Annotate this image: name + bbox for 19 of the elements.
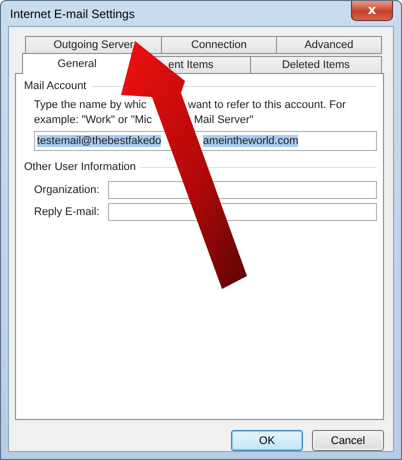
cancel-button[interactable]: Cancel	[312, 430, 384, 451]
tab[interactable]: Outgoing Server	[25, 36, 162, 54]
field-label: Reply E-mail:	[34, 206, 100, 218]
tab[interactable]: Advanced	[276, 36, 382, 54]
selected-text: testemail@thebestfakedo	[37, 135, 162, 147]
selected-text: ameintheworld.com	[203, 135, 298, 147]
group-heading: Mail Account	[24, 80, 86, 92]
window-title: Internet E-mail Settings	[9, 6, 135, 20]
description-text: Type the name by whic	[34, 98, 148, 113]
tab[interactable]: General	[22, 53, 132, 74]
tab[interactable]: Deleted Items	[250, 56, 382, 74]
field-label: Organization:	[34, 184, 100, 196]
close-button[interactable]: x	[351, 1, 393, 21]
description-text: Mail Server"	[194, 113, 255, 128]
description-text: example: "Work" or "Mic	[34, 113, 153, 128]
ok-button[interactable]: OK	[231, 430, 303, 451]
tab[interactable]: Connection	[161, 36, 277, 54]
group-heading: Other User Information	[24, 161, 136, 173]
description-text: want to refer to this account. For	[188, 98, 347, 113]
